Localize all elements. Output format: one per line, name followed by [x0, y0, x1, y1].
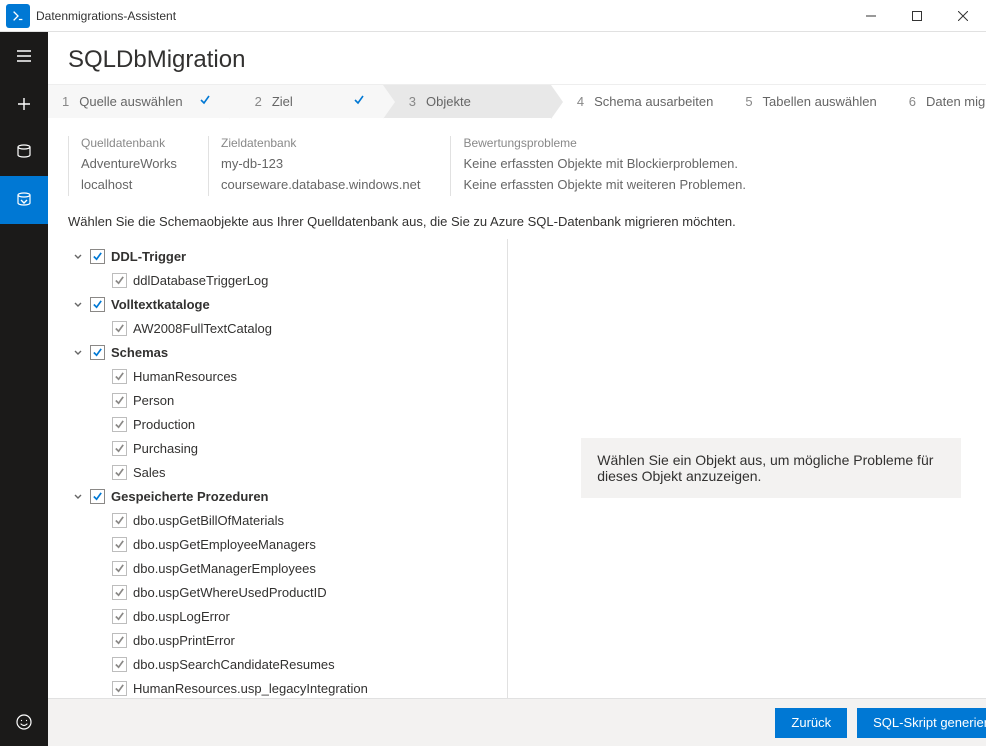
instruction-text: Wählen Sie die Schemaobjekte aus Ihrer Q…: [48, 206, 986, 239]
target-db-block: Zieldatenbank my-db-123 courseware.datab…: [208, 136, 420, 196]
checkbox[interactable]: [90, 297, 105, 312]
source-db-block: Quelldatenbank AdventureWorks localhost: [68, 136, 178, 196]
checkbox[interactable]: [112, 561, 127, 576]
expand-icon[interactable]: [72, 251, 84, 263]
tree-item[interactable]: AW2008FullTextCatalog: [68, 317, 503, 341]
step-2[interactable]: 2 Ziel: [229, 85, 383, 118]
step-3[interactable]: 3 Objekte: [383, 85, 551, 118]
tree-item[interactable]: dbo.uspSearchCandidateResumes: [68, 653, 503, 677]
tree-item[interactable]: Sales: [68, 461, 503, 485]
tree-item[interactable]: dbo.uspGetBillOfMaterials: [68, 509, 503, 533]
checkbox[interactable]: [112, 273, 127, 288]
migration-button[interactable]: [0, 176, 48, 224]
step-bar: 1 Quelle auswählen 2 Ziel 3 Objekte 4 Sc…: [48, 84, 986, 118]
check-icon: [353, 94, 365, 109]
checkbox[interactable]: [112, 609, 127, 624]
tree-item-label: Purchasing: [133, 441, 198, 456]
expand-icon[interactable]: [72, 491, 84, 503]
checkbox[interactable]: [112, 585, 127, 600]
tree-item-label: ddlDatabaseTriggerLog: [133, 273, 268, 288]
tree-item-label: Production: [133, 417, 195, 432]
checkbox[interactable]: [112, 417, 127, 432]
info-row: Quelldatenbank AdventureWorks localhost …: [48, 118, 986, 206]
tree-item-label: HumanResources.usp_legacyIntegration: [133, 681, 368, 696]
tree-item-label: dbo.uspGetManagerEmployees: [133, 561, 316, 576]
minimize-button[interactable]: [848, 0, 894, 32]
titlebar: Datenmigrations-Assistent: [0, 0, 986, 32]
maximize-button[interactable]: [894, 0, 940, 32]
object-tree[interactable]: DDL-Trigger ddlDatabaseTriggerLog Volltext…: [68, 239, 508, 698]
checkbox[interactable]: [112, 441, 127, 456]
tree-item-label: Sales: [133, 465, 166, 480]
checkbox[interactable]: [90, 345, 105, 360]
tree-item-label: dbo.uspGetWhereUsedProductID: [133, 585, 327, 600]
tree-item-label: HumanResources: [133, 369, 237, 384]
app-icon: [6, 4, 30, 28]
open-button[interactable]: [0, 128, 48, 176]
tree-group-label: Gespeicherte Prozeduren: [111, 489, 269, 504]
tree-item-label: dbo.uspGetBillOfMaterials: [133, 513, 284, 528]
tree-item[interactable]: dbo.uspGetWhereUsedProductID: [68, 581, 503, 605]
close-button[interactable]: [940, 0, 986, 32]
checkbox[interactable]: [112, 465, 127, 480]
details-panel: Wählen Sie ein Objekt aus, um mögliche P…: [526, 239, 986, 698]
tree-group[interactable]: Schemas: [68, 341, 503, 365]
tree-item-label: dbo.uspLogError: [133, 609, 230, 624]
tree-item[interactable]: dbo.uspGetEmployeeManagers: [68, 533, 503, 557]
tree-item[interactable]: Purchasing: [68, 437, 503, 461]
checkbox[interactable]: [90, 249, 105, 264]
tree-group-label: Volltextkataloge: [111, 297, 210, 312]
tree-item[interactable]: dbo.uspPrintError: [68, 629, 503, 653]
back-button[interactable]: Zurück: [775, 708, 847, 738]
left-nav: [0, 32, 48, 746]
step-1[interactable]: 1 Quelle auswählen: [48, 85, 229, 118]
step-6[interactable]: 6 Daten migrieren: [895, 85, 986, 118]
tree-group[interactable]: Volltextkataloge: [68, 293, 503, 317]
tree-item-label: dbo.uspSearchCandidateResumes: [133, 657, 335, 672]
tree-item[interactable]: Person: [68, 389, 503, 413]
checkbox[interactable]: [90, 489, 105, 504]
feedback-button[interactable]: [0, 698, 48, 746]
tree-item[interactable]: dbo.uspLogError: [68, 605, 503, 629]
tree-item-label: dbo.uspGetEmployeeManagers: [133, 537, 316, 552]
expand-icon[interactable]: [72, 347, 84, 359]
checkbox[interactable]: [112, 633, 127, 648]
placeholder-message: Wählen Sie ein Objekt aus, um mögliche P…: [581, 438, 961, 498]
page-title: SQLDbMigration: [48, 32, 986, 84]
hamburger-button[interactable]: [0, 32, 48, 80]
tree-item-label: AW2008FullTextCatalog: [133, 321, 272, 336]
issues-block: Bewertungsprobleme Keine erfassten Objek…: [450, 136, 986, 196]
new-button[interactable]: [0, 80, 48, 128]
tree-item[interactable]: Production: [68, 413, 503, 437]
tree-item-label: dbo.uspPrintError: [133, 633, 235, 648]
tree-group-label: DDL-Trigger: [111, 249, 186, 264]
expand-icon[interactable]: [72, 299, 84, 311]
check-icon: [199, 94, 211, 109]
checkbox[interactable]: [112, 369, 127, 384]
tree-item[interactable]: ddlDatabaseTriggerLog: [68, 269, 503, 293]
tree-item[interactable]: HumanResources: [68, 365, 503, 389]
step-5[interactable]: 5 Tabellen auswählen: [731, 85, 894, 118]
tree-item[interactable]: dbo.uspGetManagerEmployees: [68, 557, 503, 581]
step-4[interactable]: 4 Schema ausarbeiten: [551, 85, 731, 118]
checkbox[interactable]: [112, 513, 127, 528]
tree-group[interactable]: Gespeicherte Prozeduren: [68, 485, 503, 509]
tree-item[interactable]: HumanResources.usp_legacyIntegration: [68, 677, 503, 698]
checkbox[interactable]: [112, 321, 127, 336]
checkbox[interactable]: [112, 681, 127, 696]
app-title: Datenmigrations-Assistent: [36, 9, 176, 23]
footer: Zurück SQL-Skript generieren: [48, 698, 986, 746]
tree-item-label: Person: [133, 393, 174, 408]
tree-group[interactable]: DDL-Trigger: [68, 245, 503, 269]
checkbox[interactable]: [112, 657, 127, 672]
checkbox[interactable]: [112, 393, 127, 408]
tree-group-label: Schemas: [111, 345, 168, 360]
generate-sql-button[interactable]: SQL-Skript generieren: [857, 708, 986, 738]
checkbox[interactable]: [112, 537, 127, 552]
main-area: SQLDbMigration 1 Quelle auswählen 2 Ziel…: [48, 32, 986, 746]
